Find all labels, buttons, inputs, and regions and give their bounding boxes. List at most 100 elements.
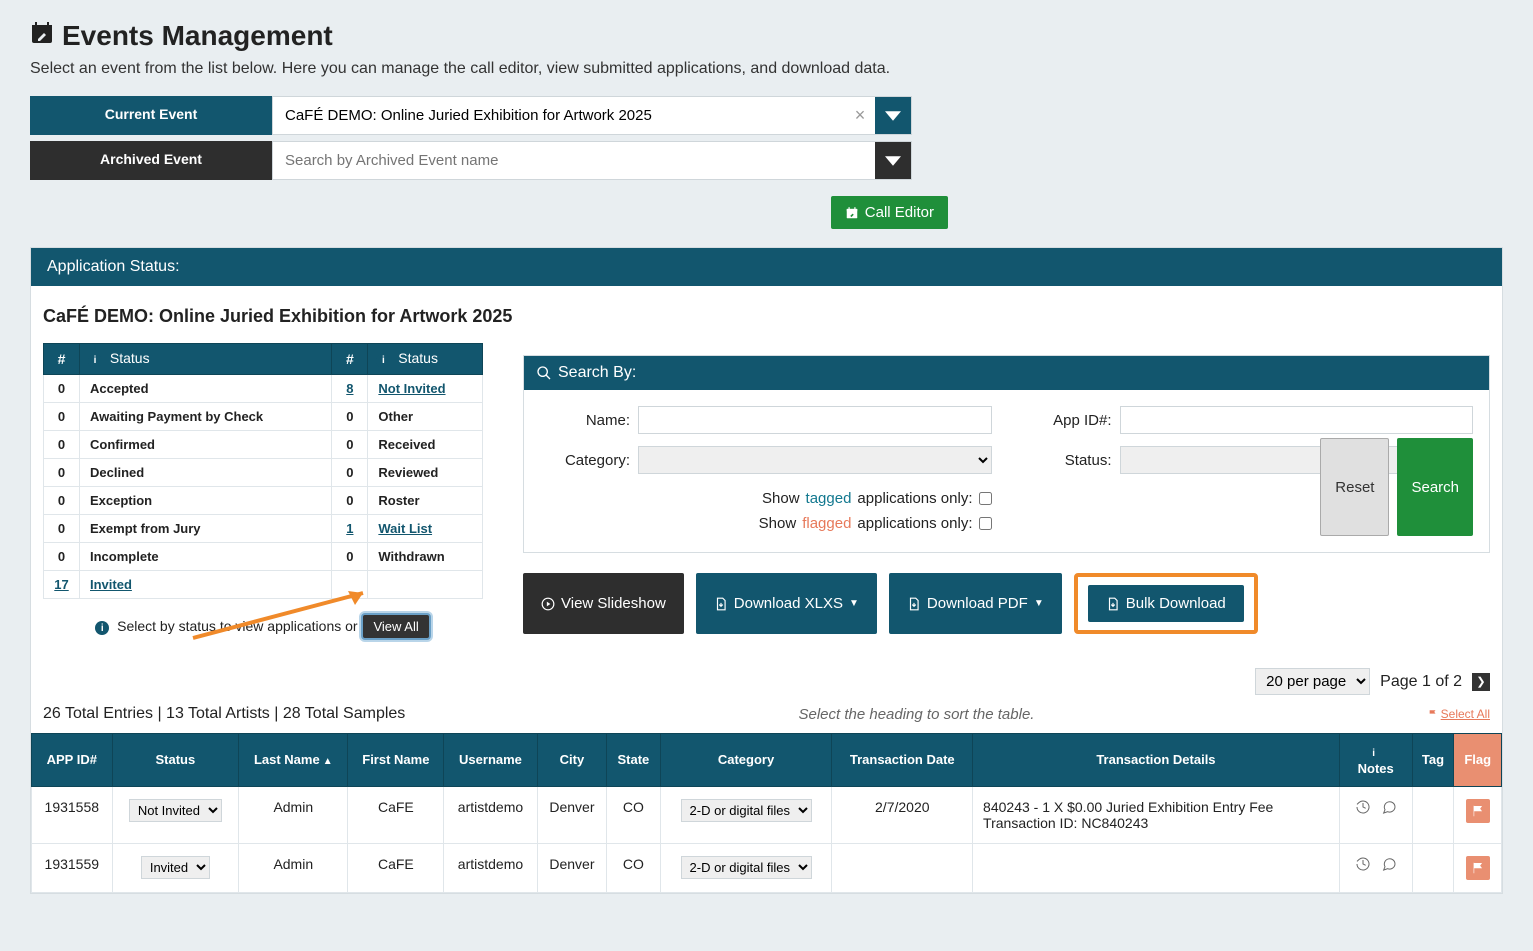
cell-tx-details bbox=[973, 843, 1340, 892]
status-count: 0 bbox=[44, 374, 80, 402]
appid-input[interactable] bbox=[1120, 406, 1474, 434]
status-label: Other bbox=[368, 402, 483, 430]
flag-icon bbox=[1428, 709, 1438, 719]
comment-icon[interactable] bbox=[1381, 856, 1397, 872]
cell-flag bbox=[1454, 843, 1502, 892]
th-city[interactable]: City bbox=[537, 734, 606, 787]
th-flag[interactable]: Flag bbox=[1454, 734, 1502, 787]
sort-hint: Select the heading to sort the table. bbox=[405, 706, 1427, 723]
call-editor-label: Call Editor bbox=[865, 204, 934, 221]
search-box: Search By: Name: App ID#: Category: Stat… bbox=[523, 355, 1490, 553]
status-count: 8 bbox=[332, 374, 368, 402]
bulk-download-button[interactable]: Bulk Download bbox=[1088, 585, 1244, 622]
th-category[interactable]: Category bbox=[660, 734, 832, 787]
cell-notes bbox=[1339, 786, 1412, 843]
archived-event-dropdown[interactable] bbox=[875, 142, 911, 179]
download-xlsx-button[interactable]: Download XLXS ▼ bbox=[696, 573, 877, 634]
status-count: 0 bbox=[332, 542, 368, 570]
status-label[interactable]: Invited bbox=[80, 570, 332, 598]
status-select[interactable]: Invited bbox=[141, 856, 210, 879]
current-event-label: Current Event bbox=[30, 96, 272, 135]
th-username[interactable]: Username bbox=[444, 734, 538, 787]
th-app-id[interactable]: APP ID# bbox=[32, 734, 113, 787]
th-tag[interactable]: Tag bbox=[1412, 734, 1454, 787]
category-label: Category: bbox=[540, 452, 630, 469]
flag-button[interactable] bbox=[1466, 856, 1490, 880]
archived-event-input[interactable] bbox=[273, 142, 875, 179]
cell-app-id: 1931558 bbox=[32, 786, 113, 843]
archived-event-row: Archived Event bbox=[30, 141, 1503, 180]
view-all-button[interactable]: View All bbox=[361, 613, 430, 640]
comment-icon[interactable] bbox=[1381, 799, 1397, 815]
status-label: Incomplete bbox=[80, 542, 332, 570]
th-tx-details[interactable]: Transaction Details bbox=[973, 734, 1340, 787]
status-count: 0 bbox=[332, 430, 368, 458]
status-count: 1 bbox=[332, 514, 368, 542]
cell-status: Not Invited bbox=[112, 786, 239, 843]
current-event-row: Current Event × bbox=[30, 96, 1503, 135]
status-count: 0 bbox=[44, 430, 80, 458]
th-tx-date[interactable]: Transaction Date bbox=[832, 734, 973, 787]
info-icon: i bbox=[1367, 747, 1381, 761]
status-label[interactable]: Not Invited bbox=[368, 374, 483, 402]
table-row: 1931558Not InvitedAdminCaFEartistdemoDen… bbox=[32, 786, 1502, 843]
cell-state: CO bbox=[607, 843, 660, 892]
tagged-checkbox[interactable] bbox=[979, 492, 992, 505]
status-table: # i Status # i Status 0Accepted8Not Invi… bbox=[43, 343, 483, 599]
per-page-select[interactable]: 20 per page bbox=[1255, 668, 1370, 695]
status-label: Received bbox=[368, 430, 483, 458]
info-icon: i bbox=[88, 354, 102, 368]
flagged-row: Show flagged applications only: bbox=[540, 511, 992, 536]
view-slideshow-button[interactable]: View Slideshow bbox=[523, 573, 684, 634]
category-select[interactable]: 2-D or digital files bbox=[681, 856, 812, 879]
status-th-status: i Status bbox=[80, 344, 332, 375]
cell-tag[interactable] bbox=[1412, 843, 1454, 892]
caret-down-icon: ▼ bbox=[849, 598, 859, 609]
next-page-button[interactable]: ❯ bbox=[1472, 673, 1490, 691]
download-pdf-button[interactable]: Download PDF ▼ bbox=[889, 573, 1062, 634]
current-event-input[interactable] bbox=[273, 97, 845, 134]
sort-asc-icon: ▲ bbox=[323, 756, 333, 767]
search-button[interactable]: Search bbox=[1397, 438, 1473, 536]
status-count: 0 bbox=[44, 402, 80, 430]
th-notes[interactable]: iNotes bbox=[1339, 734, 1412, 787]
flagged-checkbox[interactable] bbox=[979, 517, 992, 530]
status-label[interactable]: Wait List bbox=[368, 514, 483, 542]
chevron-down-icon bbox=[885, 111, 901, 121]
th-first-name[interactable]: First Name bbox=[348, 734, 444, 787]
th-status[interactable]: Status bbox=[112, 734, 239, 787]
status-count: 17 bbox=[44, 570, 80, 598]
call-editor-button[interactable]: Call Editor bbox=[831, 196, 948, 229]
history-icon[interactable] bbox=[1355, 856, 1371, 872]
th-state[interactable]: State bbox=[607, 734, 660, 787]
cell-city: Denver bbox=[537, 843, 606, 892]
select-all-link[interactable]: Select All bbox=[1428, 707, 1490, 721]
th-last-name[interactable]: Last Name▲ bbox=[239, 734, 348, 787]
status-label: Declined bbox=[80, 458, 332, 486]
status-select[interactable]: Not Invited bbox=[129, 799, 222, 822]
category-select[interactable]: 2-D or digital files bbox=[681, 799, 812, 822]
status-label: Exception bbox=[80, 486, 332, 514]
cell-tx-date bbox=[832, 843, 973, 892]
status-count: 0 bbox=[44, 514, 80, 542]
page-subtitle: Select an event from the list below. Her… bbox=[30, 60, 1503, 78]
flag-button[interactable] bbox=[1466, 799, 1490, 823]
category-select[interactable] bbox=[638, 446, 992, 474]
cell-first-name: CaFE bbox=[348, 786, 444, 843]
reset-button[interactable]: Reset bbox=[1320, 438, 1389, 536]
status-count: 0 bbox=[332, 458, 368, 486]
cell-last-name: Admin bbox=[239, 786, 348, 843]
current-event-clear[interactable]: × bbox=[845, 97, 875, 134]
section-header: Application Status: bbox=[31, 248, 1502, 286]
appid-label: App ID#: bbox=[1022, 412, 1112, 429]
name-input[interactable] bbox=[638, 406, 992, 434]
cell-tag[interactable] bbox=[1412, 786, 1454, 843]
cell-flag bbox=[1454, 786, 1502, 843]
history-icon[interactable] bbox=[1355, 799, 1371, 815]
status-count bbox=[332, 570, 368, 598]
current-event-dropdown[interactable] bbox=[875, 97, 911, 134]
status-label: Awaiting Payment by Check bbox=[80, 402, 332, 430]
status-count: 0 bbox=[332, 486, 368, 514]
page-label: Page 1 of 2 bbox=[1380, 673, 1462, 691]
status-label: Confirmed bbox=[80, 430, 332, 458]
